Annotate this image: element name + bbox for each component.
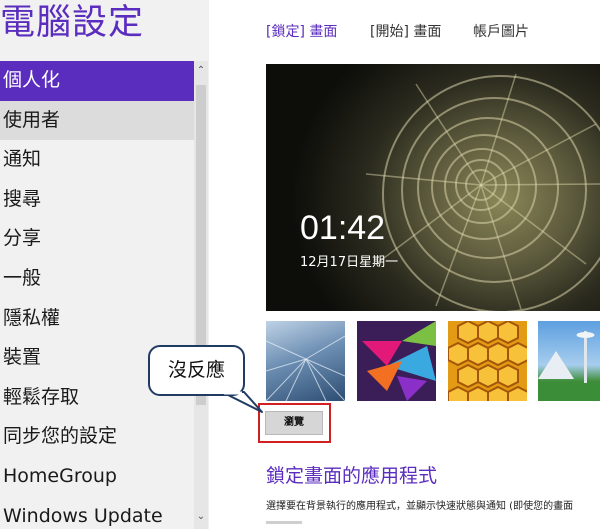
callout-pointer-join (224, 391, 242, 395)
lock-screen-apps-description: 選擇要在背景執行的應用程式，並顯示快速狀態與通知 (即使您的畫面 (266, 501, 574, 512)
lock-screen-app-slot[interactable] (266, 521, 302, 524)
lock-screen-apps-title: 鎖定畫面的應用程式 (266, 465, 438, 487)
